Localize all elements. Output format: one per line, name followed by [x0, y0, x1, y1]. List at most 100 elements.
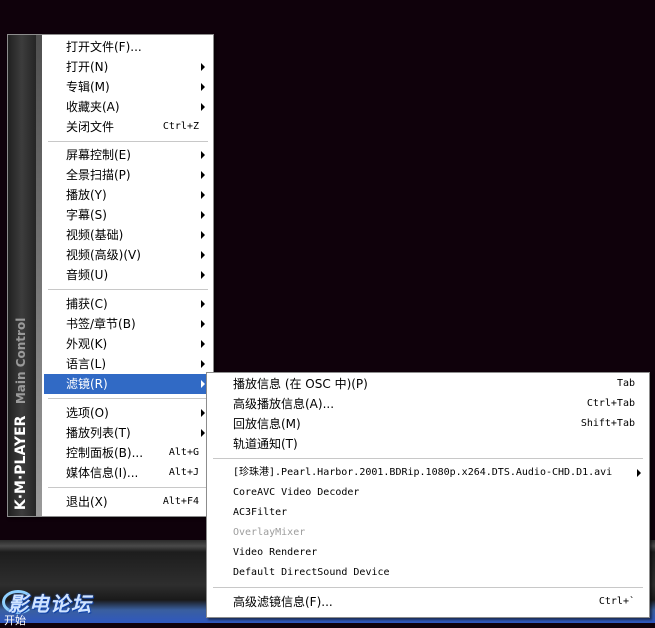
- submenu-item-overlay-mixer: OverlayMixer: [209, 523, 647, 543]
- menu-item-bookmarks[interactable]: 书签/章节(B): [44, 314, 211, 334]
- menu-item-exit[interactable]: 退出(X) Alt+F4: [44, 492, 211, 512]
- menu-item-label: 打开(N): [66, 60, 109, 74]
- menu-item-label: CoreAVC Video Decoder: [233, 487, 360, 498]
- menu-item-shortcut: Shift+Tab: [580, 418, 635, 429]
- menu-item-label: [珍珠港].Pearl.Harbor.2001.BDRip.1080p.x264…: [233, 467, 613, 478]
- submenu-arrow-icon: [201, 103, 205, 111]
- submenu-item-directsound-device[interactable]: Default DirectSound Device: [209, 563, 647, 583]
- menu-item-shortcut: Alt+F4: [162, 496, 199, 507]
- menu-item-label: 外观(K): [66, 337, 108, 351]
- submenu-arrow-icon: [201, 171, 205, 179]
- menu-item-favorites[interactable]: 收藏夹(A): [44, 97, 211, 117]
- main-context-menu: K·M·PLAYER Main Control 打开文件(F)... 打开(N)…: [7, 34, 214, 517]
- menu-item-label: 退出(X): [66, 495, 108, 509]
- menu-separator: [48, 487, 208, 488]
- menu-item-pan-scan[interactable]: 全景扫描(P): [44, 165, 211, 185]
- submenu-arrow-icon: [201, 231, 205, 239]
- menu-item-open[interactable]: 打开(N): [44, 57, 211, 77]
- submenu-item-track-notice[interactable]: 轨道通知(T): [209, 434, 647, 454]
- menu-item-label: 视频(高级)(V): [66, 248, 141, 262]
- submenu-item-advanced-filter-info[interactable]: 高级滤镜信息(F)... Ctrl+`: [209, 592, 647, 612]
- menu-item-label: 媒体信息(I)...: [66, 466, 139, 480]
- menu-item-shortcut: Ctrl+Z: [162, 121, 199, 132]
- menu-item-shortcut: Alt+G: [168, 447, 199, 458]
- menu-item-media-info[interactable]: 媒体信息(I)... Alt+J: [44, 463, 211, 483]
- menu-item-skins[interactable]: 外观(K): [44, 334, 211, 354]
- submenu-arrow-icon: [201, 340, 205, 348]
- menu-item-filters[interactable]: 滤镜(R): [44, 374, 211, 394]
- menu-item-options[interactable]: 选项(O): [44, 403, 211, 423]
- submenu-arrow-icon: [201, 380, 205, 388]
- menu-item-label: 控制面板(B)...: [66, 446, 144, 460]
- menu-item-label: Default DirectSound Device: [233, 567, 390, 578]
- submenu-item-coreavc-decoder[interactable]: CoreAVC Video Decoder: [209, 483, 647, 503]
- menu-item-label: 播放(Y): [66, 188, 107, 202]
- side-brand: K·M·PLAYER Main Control: [11, 318, 30, 510]
- menu-item-video-basic[interactable]: 视频(基础): [44, 225, 211, 245]
- menu-item-language[interactable]: 语言(L): [44, 354, 211, 374]
- menu-item-shortcut: Ctrl+`: [598, 596, 635, 607]
- menu-item-label: 语言(L): [66, 357, 107, 371]
- menu-item-label: 回放信息(M): [233, 417, 301, 431]
- menu-item-label: 音频(U): [66, 268, 109, 282]
- menu-item-label: 播放列表(T): [66, 426, 131, 440]
- submenu-arrow-icon: [201, 429, 205, 437]
- submenu-item-advanced-playback-info[interactable]: 高级播放信息(A)... Ctrl+Tab: [209, 394, 647, 414]
- menu-item-subtitles[interactable]: 字幕(S): [44, 205, 211, 225]
- menu-item-label: 滤镜(R): [66, 377, 108, 391]
- menu-item-album[interactable]: 专辑(M): [44, 77, 211, 97]
- menu-separator: [213, 458, 643, 459]
- menu-item-label: 轨道通知(T): [233, 437, 298, 451]
- menu-item-label: OverlayMixer: [233, 527, 306, 538]
- menu-item-label: 全景扫描(P): [66, 168, 131, 182]
- submenu-arrow-icon: [201, 63, 205, 71]
- menu-item-label: 视频(基础): [66, 228, 124, 242]
- menu-item-control-panel[interactable]: 控制面板(B)... Alt+G: [44, 443, 211, 463]
- submenu-item-playback-info-osc[interactable]: 播放信息 (在 OSC 中)(P) Tab: [209, 374, 647, 394]
- menu-side-band: K·M·PLAYER Main Control: [8, 35, 42, 516]
- submenu-arrow-icon: [201, 191, 205, 199]
- menu-item-label: 打开文件(F)...: [66, 40, 142, 54]
- submenu-arrow-icon: [201, 211, 205, 219]
- menu-item-label: 关闭文件: [66, 120, 115, 134]
- submenu-arrow-icon: [201, 360, 205, 368]
- menu-item-playlist[interactable]: 播放列表(T): [44, 423, 211, 443]
- submenu-arrow-icon: [201, 151, 205, 159]
- submenu-arrow-icon: [201, 83, 205, 91]
- menu-item-shortcut: Tab: [616, 378, 635, 389]
- menu-item-playback[interactable]: 播放(Y): [44, 185, 211, 205]
- menu-item-screen-control[interactable]: 屏幕控制(E): [44, 145, 211, 165]
- menu-item-shortcut: Ctrl+Tab: [586, 398, 635, 409]
- menu-item-label: 屏幕控制(E): [66, 148, 131, 162]
- menu-separator: [213, 587, 643, 588]
- filter-submenu: 播放信息 (在 OSC 中)(P) Tab 高级播放信息(A)... Ctrl+Ta…: [206, 372, 650, 618]
- menu-item-label: 播放信息 (在 OSC 中)(P): [233, 377, 368, 391]
- submenu-item-current-file[interactable]: [珍珠港].Pearl.Harbor.2001.BDRip.1080p.x264…: [209, 463, 647, 483]
- menu-item-label: AC3Filter: [233, 507, 288, 518]
- submenu-arrow-icon: [201, 320, 205, 328]
- submenu-item-replay-info[interactable]: 回放信息(M) Shift+Tab: [209, 414, 647, 434]
- submenu-arrow-icon: [201, 251, 205, 259]
- menu-separator: [48, 141, 208, 142]
- menu-item-label: 书签/章节(B): [66, 317, 136, 331]
- menu-item-label: 高级滤镜信息(F)...: [233, 595, 333, 609]
- menu-item-video-advanced[interactable]: 视频(高级)(V): [44, 245, 211, 265]
- submenu-arrow-icon: [201, 300, 205, 308]
- menu-separator: [48, 398, 208, 399]
- taskbar-start-button[interactable]: 开始: [4, 612, 26, 628]
- menu-item-open-file[interactable]: 打开文件(F)...: [44, 37, 211, 57]
- menu-item-label: 捕获(C): [66, 297, 108, 311]
- submenu-arrow-icon: [637, 469, 641, 477]
- menu-item-capture[interactable]: 捕获(C): [44, 294, 211, 314]
- menu-item-label: 字幕(S): [66, 208, 107, 222]
- submenu-item-video-renderer[interactable]: Video Renderer: [209, 543, 647, 563]
- menu-item-audio[interactable]: 音频(U): [44, 265, 211, 285]
- submenu-arrow-icon: [201, 271, 205, 279]
- menu-item-label: 专辑(M): [66, 80, 110, 94]
- menu-item-label: Video Renderer: [233, 547, 318, 558]
- brand-subtitle: Main Control: [14, 317, 28, 405]
- menu-item-label: 收藏夹(A): [66, 100, 120, 114]
- submenu-item-ac3filter[interactable]: AC3Filter: [209, 503, 647, 523]
- menu-item-close-file[interactable]: 关闭文件 Ctrl+Z: [44, 117, 211, 137]
- side-band-stripe: [36, 35, 42, 516]
